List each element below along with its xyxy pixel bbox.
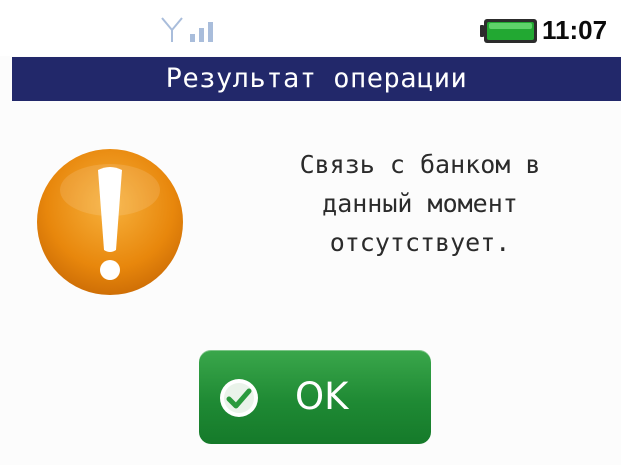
exclamation-icon (37, 149, 183, 295)
ok-button[interactable]: OK (199, 350, 431, 444)
terminal-screen: 11:07 Результат операции Связь с банком … (0, 0, 621, 465)
dialog-message: Связь с банком в данный момент отсутству… (235, 145, 605, 262)
signal-icon (161, 17, 213, 42)
status-bar: 11:07 (0, 0, 621, 56)
status-time: 11:07 (542, 15, 608, 45)
message-line: отсутствует. (329, 228, 511, 257)
dialog-title: Результат операции (12, 57, 621, 101)
battery-icon (480, 19, 537, 43)
message-line: данный момент (322, 189, 518, 218)
check-circle-icon (220, 379, 258, 417)
message-line: Связь с банком в (299, 150, 541, 179)
ok-button-label: OK (295, 375, 349, 418)
